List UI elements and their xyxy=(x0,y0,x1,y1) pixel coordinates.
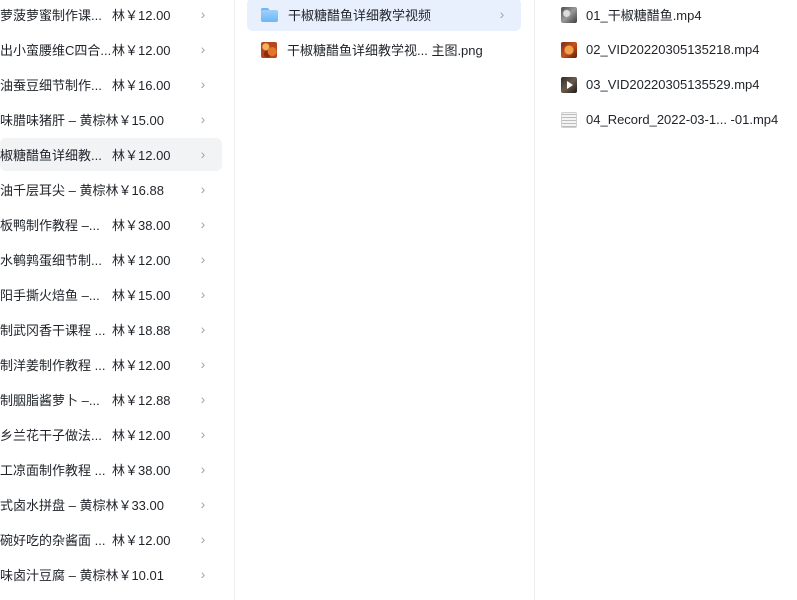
list-item-price: 林￥12.00 xyxy=(112,253,171,268)
file-item[interactable]: 03_VID20220305135529.mp4 xyxy=(561,68,778,101)
video-thumbnail-icon xyxy=(561,6,577,23)
list-item-price: 林￥16.00 xyxy=(112,78,171,93)
chevron-right-icon: › xyxy=(200,111,206,127)
list-item[interactable]: 味卤汁豆腐 – 黄棕林￥10.01 › xyxy=(0,558,222,591)
chevron-right-icon: › xyxy=(200,356,206,372)
list-item-name: 式卤水拼盘 – 黄棕林￥33.00 xyxy=(0,498,164,513)
list-item-name: 萝菠萝蜜制作课... xyxy=(0,8,102,23)
list-item-price: 林￥38.00 xyxy=(112,218,171,233)
list-item[interactable]: 萝菠萝蜜制作课... 林￥12.00 › xyxy=(0,0,222,31)
chevron-right-icon: › xyxy=(200,531,206,547)
list-item-name: 椒糖醋鱼详细教... xyxy=(0,148,102,163)
chevron-right-icon: › xyxy=(200,41,206,57)
chevron-right-icon: › xyxy=(200,6,206,22)
list-item-name: 板鸭制作教程 –... xyxy=(0,218,100,233)
list-item-price: 林￥12.88 xyxy=(112,393,171,408)
file-item-label: 02_VID20220305135218.mp4 xyxy=(586,42,760,57)
list-item[interactable]: 乡兰花干子做法... 林￥12.00 › xyxy=(0,418,222,451)
list-item-price: 林￥18.88 xyxy=(112,323,171,338)
chevron-right-icon: › xyxy=(200,181,206,197)
list-item-name: 碗好吃的杂酱面 ... xyxy=(0,533,106,548)
folder-item-label: 干椒糖醋鱼详细教学视频 xyxy=(288,8,432,23)
file-item[interactable]: 04_Record_2022-03-1... -01.mp4 xyxy=(561,103,778,136)
video-file-list: 01_干椒糖醋鱼.mp4 02_VID20220305135218.mp4 03… xyxy=(561,0,778,138)
file-item-label: 03_VID20220305135529.mp4 xyxy=(586,77,760,92)
list-item-selected[interactable]: 椒糖醋鱼详细教... 林￥12.00 › xyxy=(0,138,222,171)
chevron-right-icon: › xyxy=(200,566,206,582)
video-thumbnail-icon xyxy=(561,111,577,128)
file-item[interactable]: 02_VID20220305135218.mp4 xyxy=(561,33,778,66)
video-files-column[interactable]: 01_干椒糖醋鱼.mp4 02_VID20220305135218.mp4 03… xyxy=(535,0,797,600)
file-item-label: 干椒糖醋鱼详细教学视... 主图.png xyxy=(287,43,483,58)
folder-item-selected[interactable]: 干椒糖醋鱼详细教学视频 › xyxy=(247,0,521,31)
list-item-price: 林￥12.00 xyxy=(112,358,171,373)
chevron-right-icon: › xyxy=(200,496,206,512)
file-item[interactable]: 01_干椒糖醋鱼.mp4 xyxy=(561,0,778,31)
list-item-name: 味腊味猪肝 – 黄棕林￥15.00 xyxy=(0,113,164,128)
list-item[interactable]: 工凉面制作教程 ... 林￥38.00 › xyxy=(0,453,222,486)
chevron-right-icon: › xyxy=(200,216,206,232)
video-thumbnail-icon xyxy=(561,76,577,93)
list-item[interactable]: 油蚕豆细节制作... 林￥16.00 › xyxy=(0,68,222,101)
list-item-name: 制胭脂酱萝卜 –... xyxy=(0,393,100,408)
list-item-name: 油蚕豆细节制作... xyxy=(0,78,102,93)
list-item-price: 林￥12.00 xyxy=(112,428,171,443)
course-list: 萝菠萝蜜制作课... 林￥12.00 › 出小蛮腰维C四合... 林￥12.00… xyxy=(0,0,222,593)
file-item[interactable]: 干椒糖醋鱼详细教学视... 主图.png xyxy=(247,33,521,66)
list-item[interactable]: 制胭脂酱萝卜 –... 林￥12.88 › xyxy=(0,383,222,416)
list-item[interactable]: 油千层耳尖 – 黄棕林￥16.88 › xyxy=(0,173,222,206)
list-item-name: 油千层耳尖 – 黄棕林￥16.88 xyxy=(0,183,164,198)
chevron-right-icon: › xyxy=(200,146,206,162)
list-item-name: 制武冈香干课程 ... xyxy=(0,323,106,338)
list-item-price: 林￥12.00 xyxy=(112,8,171,23)
list-item[interactable]: 出小蛮腰维C四合... 林￥12.00 › xyxy=(0,33,222,66)
image-thumbnail-icon xyxy=(261,41,277,58)
list-item-name: 工凉面制作教程 ... xyxy=(0,463,106,478)
list-item[interactable]: 味腊味猪肝 – 黄棕林￥15.00 › xyxy=(0,103,222,136)
list-item[interactable]: 制武冈香干课程 ... 林￥18.88 › xyxy=(0,313,222,346)
chevron-right-icon: › xyxy=(200,426,206,442)
list-item-name: 制洋姜制作教程 ... xyxy=(0,358,106,373)
list-item-price: 林￥15.00 xyxy=(112,288,171,303)
chevron-right-icon: › xyxy=(499,6,505,22)
video-thumbnail-icon xyxy=(561,41,577,58)
file-item-label: 01_干椒糖醋鱼.mp4 xyxy=(586,8,702,23)
folder-icon xyxy=(261,7,278,22)
list-item[interactable]: 阳手撕火焙鱼 –... 林￥15.00 › xyxy=(0,278,222,311)
chevron-right-icon: › xyxy=(200,461,206,477)
list-item[interactable]: 制洋姜制作教程 ... 林￥12.00 › xyxy=(0,348,222,381)
list-item[interactable]: 板鸭制作教程 –... 林￥38.00 › xyxy=(0,208,222,241)
list-item-name: 水鹌鹑蛋细节制... xyxy=(0,253,102,268)
chevron-right-icon: › xyxy=(200,251,206,267)
list-item-name: 味卤汁豆腐 – 黄棕林￥10.01 xyxy=(0,568,164,583)
list-item-price: 林￥38.00 xyxy=(112,463,171,478)
chevron-right-icon: › xyxy=(200,321,206,337)
chevron-right-icon: › xyxy=(200,391,206,407)
list-item[interactable]: 碗好吃的杂酱面 ... 林￥12.00 › xyxy=(0,523,222,556)
course-folder-column[interactable]: 干椒糖醋鱼详细教学视频 › 干椒糖醋鱼详细教学视... 主图.png xyxy=(235,0,535,600)
list-item[interactable]: 水鹌鹑蛋细节制... 林￥12.00 › xyxy=(0,243,222,276)
list-item-name: 出小蛮腰维C四合... xyxy=(0,43,112,58)
file-item-label: 04_Record_2022-03-1... -01.mp4 xyxy=(586,112,779,127)
chevron-right-icon: › xyxy=(200,286,206,302)
list-item-name: 阳手撕火焙鱼 –... xyxy=(0,288,100,303)
list-item-name: 乡兰花干子做法... xyxy=(0,428,102,443)
list-item-price: 林￥12.00 xyxy=(112,148,171,163)
course-folder-list: 干椒糖醋鱼详细教学视频 › 干椒糖醋鱼详细教学视... 主图.png xyxy=(247,0,521,68)
file-browser: 萝菠萝蜜制作课... 林￥12.00 › 出小蛮腰维C四合... 林￥12.00… xyxy=(0,0,797,600)
list-item[interactable]: 式卤水拼盘 – 黄棕林￥33.00 › xyxy=(0,488,222,521)
course-list-column[interactable]: 萝菠萝蜜制作课... 林￥12.00 › 出小蛮腰维C四合... 林￥12.00… xyxy=(0,0,235,600)
list-item-price: 林￥12.00 xyxy=(112,43,171,58)
chevron-right-icon: › xyxy=(200,76,206,92)
list-item-price: 林￥12.00 xyxy=(112,533,171,548)
